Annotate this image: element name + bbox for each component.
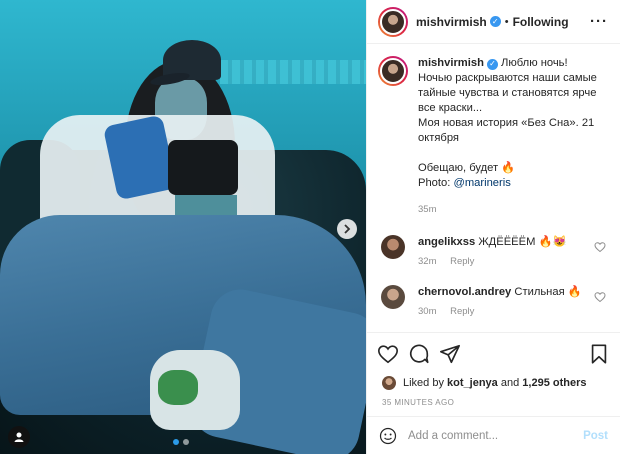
verified-badge-icon: ✓ [489,16,501,27]
share-paper-plane-icon[interactable] [439,343,461,365]
post-timestamp[interactable]: 35 MINUTES AGO [367,392,620,416]
photographer-mention-link[interactable]: @marineris [453,177,510,189]
likes-text: Liked by kot_jenya and 1,295 others [403,377,586,389]
comments-section: mishvirmish ✓ Люблю ночь! Ночью раскрываю… [367,44,620,332]
more-options-icon[interactable]: ··· [590,13,608,30]
commenter-avatar[interactable] [381,285,405,309]
caption: mishvirmish ✓ Люблю ночь! Ночью раскрываю… [378,56,608,217]
comment-body: angelikxss ЖДЁЁЁЁМ 🔥😻 32m Reply [418,235,594,267]
caption-text-line: все краски... [418,102,483,114]
carousel-next-button[interactable] [337,219,357,239]
likes-summary: Liked by kot_jenya and 1,295 others [367,374,620,392]
likes-others-link[interactable]: 1,295 others [522,377,586,389]
add-comment-bar: Add a comment... Post [367,416,620,454]
likes-prefix: Liked by [403,377,444,389]
commenter-username[interactable]: chernovol.andrey [418,286,511,298]
verified-badge-icon: ✓ [486,58,498,70]
caption-text-line: Люблю ночь! [501,57,568,69]
carousel-dot-active [173,439,179,445]
caption-text-line: Моя новая история «Без Сна». 21 [418,117,595,129]
caption-body: mishvirmish ✓ Люблю ночь! Ночью раскрываю… [418,56,608,217]
following-button[interactable]: Following [513,15,569,29]
comment-reply-button[interactable]: Reply [450,306,474,317]
photo-wall-pattern [220,60,366,84]
photo-top [168,140,238,195]
caption-text-line: Ночью раскрываются наши самые [418,72,597,84]
photo-shoe-accent [158,370,198,405]
add-comment-input[interactable]: Add a comment... [408,430,583,442]
caption-avatar [380,58,406,84]
comment-heart-icon[interactable] [594,241,606,253]
comment-timestamp[interactable]: 30m [418,306,436,317]
carousel-dots [173,439,189,445]
comment-bubble-icon[interactable] [408,343,430,365]
post-comment-button[interactable]: Post [583,430,608,442]
user-icon [14,432,24,442]
chevron-right-icon [344,224,351,234]
caption-text-line: Обещаю, будет 🔥 [418,162,516,174]
caption-username[interactable]: mishvirmish [418,57,484,69]
comment-text: Стильная 🔥 [514,286,582,298]
commenter-avatar[interactable] [381,235,405,259]
likes-and: and [500,377,520,389]
comment-item: chernovol.andrey Стильная 🔥 30m Reply [378,285,608,317]
tagged-users-button[interactable] [8,426,30,448]
liker-username[interactable]: kot_jenya [447,377,498,389]
post-actions-bar [367,332,620,374]
like-heart-icon[interactable] [377,343,399,365]
separator-dot: • [504,15,509,28]
author-avatar-story-ring[interactable] [378,6,408,37]
comment-heart-icon[interactable] [594,291,606,303]
author-username[interactable]: mishvirmish [416,15,487,29]
bookmark-icon[interactable] [588,343,610,365]
instagram-post: mishvirmish ✓ • Following ··· mishvirmis… [0,0,620,454]
post-photo[interactable] [0,0,366,454]
comment-timestamp[interactable]: 32m [418,256,436,267]
post-header: mishvirmish ✓ • Following ··· [367,0,620,44]
caption-avatar-story-ring[interactable] [378,56,408,86]
liker-avatar[interactable] [382,376,396,390]
comment-item: angelikxss ЖДЁЁЁЁМ 🔥😻 32m Reply [378,235,608,267]
commenter-username[interactable]: angelikxss [418,236,475,248]
comment-reply-button[interactable]: Reply [450,256,474,267]
comment-body: chernovol.andrey Стильная 🔥 30m Reply [418,285,594,317]
caption-text-line: тайные чувства и становятся ярче [418,87,597,99]
post-side-panel: mishvirmish ✓ • Following ··· mishvirmis… [366,0,620,454]
emoji-icon[interactable] [379,427,397,445]
comment-text: ЖДЁЁЁЁМ 🔥😻 [478,236,567,248]
caption-photo-credit-label: Photo: [418,177,451,189]
caption-text-line: октября [418,132,459,144]
author-avatar [380,8,406,35]
caption-timestamp[interactable]: 35m [418,202,608,217]
carousel-dot [183,439,189,445]
